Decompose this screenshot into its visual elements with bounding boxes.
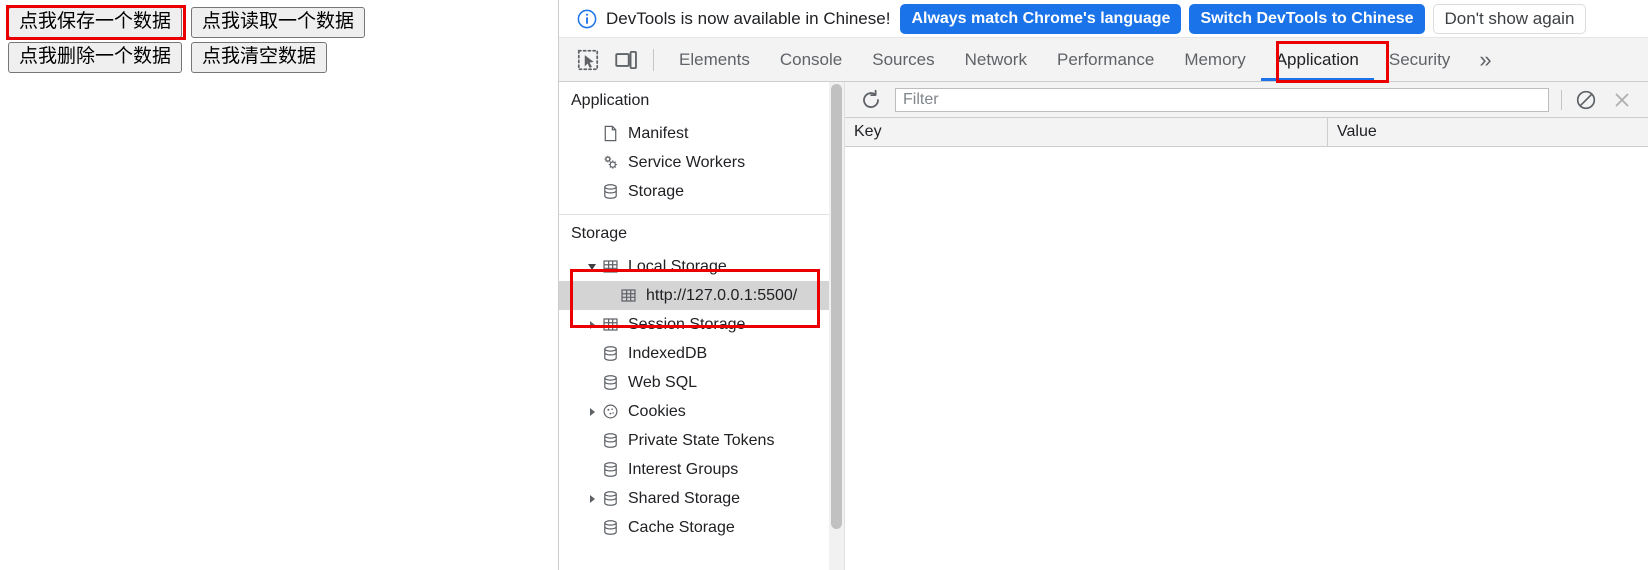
sidebar-item-local-storage[interactable]: Local Storage (559, 252, 844, 281)
sidebar-item-label: Cache Storage (628, 519, 735, 537)
sidebar-item-storage[interactable]: Storage (559, 177, 844, 206)
sidebar-item-manifest[interactable]: Manifest (559, 119, 844, 148)
sidebar-section-storage-title: Storage (559, 215, 844, 252)
storage-table-header: Key Value (845, 118, 1648, 147)
sidebar-item-label: http://127.0.0.1:5500/ (646, 287, 797, 305)
sidebar-item-indexeddb[interactable]: IndexedDB (559, 339, 844, 368)
devtools-body: Application Manifest (559, 82, 1648, 570)
sidebar-item-web-sql[interactable]: Web SQL (559, 368, 844, 397)
disclosure-triangle-open-icon[interactable] (585, 260, 599, 274)
sidebar-item-label: Storage (628, 183, 684, 201)
storage-toolbar (845, 82, 1648, 118)
sidebar-item-session-storage[interactable]: Session Storage (559, 310, 844, 339)
toolbar-separator (1561, 90, 1562, 110)
button-row-1: 点我保存一个数据 点我读取一个数据 (8, 7, 365, 38)
database-icon (601, 460, 620, 479)
sidebar-item-label: IndexedDB (628, 345, 707, 363)
tab-performance[interactable]: Performance (1042, 38, 1169, 81)
filter-input[interactable] (895, 88, 1549, 112)
sidebar-item-label: Session Storage (628, 316, 745, 334)
sidebar-item-label: Private State Tokens (628, 432, 774, 450)
disclosure-triangle-closed-icon[interactable] (585, 405, 599, 419)
toolbar-separator (653, 49, 654, 71)
sidebar-item-label: Shared Storage (628, 490, 740, 508)
sidebar-item-local-storage-origin[interactable]: http://127.0.0.1:5500/ (559, 281, 844, 310)
table-icon (601, 315, 620, 334)
sidebar-section-application-title: Application (559, 82, 844, 119)
document-icon (601, 124, 620, 143)
i18n-notification-banner: DevTools is now available in Chinese! Al… (559, 0, 1648, 38)
tab-network[interactable]: Network (950, 38, 1042, 81)
read-data-button[interactable]: 点我读取一个数据 (191, 7, 365, 38)
sidebar-item-label: Service Workers (628, 154, 745, 172)
web-page-content: 点我保存一个数据 点我读取一个数据 点我删除一个数据 点我清空数据 (0, 0, 558, 570)
refresh-icon[interactable] (859, 88, 883, 112)
sidebar-scrollbar-thumb[interactable] (831, 84, 842, 529)
info-circle-icon (577, 9, 597, 29)
sidebar-scrollbar[interactable] (829, 82, 844, 570)
database-icon (601, 373, 620, 392)
database-icon (601, 518, 620, 537)
sidebar-item-label: Web SQL (628, 374, 697, 392)
database-icon (601, 489, 620, 508)
inspect-element-icon[interactable] (575, 47, 601, 73)
switch-to-chinese-button[interactable]: Switch DevTools to Chinese (1189, 4, 1424, 34)
column-header-value[interactable]: Value (1328, 118, 1648, 146)
tab-security[interactable]: Security (1374, 38, 1465, 81)
button-row-2: 点我删除一个数据 点我清空数据 (8, 42, 327, 73)
storage-table-body[interactable] (845, 147, 1648, 570)
screenshot-root: 点我保存一个数据 点我读取一个数据 点我删除一个数据 点我清空数据 DevToo… (0, 0, 1648, 570)
database-icon (601, 344, 620, 363)
delete-selected-icon[interactable] (1610, 88, 1634, 112)
sidebar-item-interest-groups[interactable]: Interest Groups (559, 455, 844, 484)
sidebar-item-cache-storage[interactable]: Cache Storage (559, 513, 844, 542)
device-toolbar-icon[interactable] (613, 47, 639, 73)
devtools-tabbar: Elements Console Sources Network Perform… (559, 38, 1648, 82)
sidebar-item-cookies[interactable]: Cookies (559, 397, 844, 426)
banner-message: DevTools is now available in Chinese! (606, 9, 890, 29)
database-icon (601, 182, 620, 201)
cookie-icon (601, 402, 620, 421)
table-icon (601, 257, 620, 276)
sidebar-item-label: Cookies (628, 403, 686, 421)
sidebar-item-service-workers[interactable]: Service Workers (559, 148, 844, 177)
sidebar-item-private-state-tokens[interactable]: Private State Tokens (559, 426, 844, 455)
tab-memory[interactable]: Memory (1169, 38, 1260, 81)
save-data-button[interactable]: 点我保存一个数据 (8, 7, 182, 38)
tab-console[interactable]: Console (765, 38, 857, 81)
sidebar-item-shared-storage[interactable]: Shared Storage (559, 484, 844, 513)
sidebar-item-label: Local Storage (628, 258, 727, 276)
clear-all-icon[interactable] (1574, 88, 1598, 112)
sidebar-item-label: Interest Groups (628, 461, 738, 479)
disclosure-triangle-closed-icon[interactable] (585, 318, 599, 332)
storage-main-panel: Key Value (845, 82, 1648, 570)
delete-data-button[interactable]: 点我删除一个数据 (8, 42, 182, 73)
column-header-key[interactable]: Key (845, 118, 1328, 146)
sidebar-item-label: Manifest (628, 125, 688, 143)
dont-show-again-button[interactable]: Don't show again (1433, 4, 1587, 34)
tab-elements[interactable]: Elements (664, 38, 765, 81)
always-match-language-button[interactable]: Always match Chrome's language (900, 4, 1181, 34)
application-sidebar: Application Manifest (559, 82, 845, 570)
database-icon (601, 431, 620, 450)
chevron-double-right-icon[interactable]: » (1465, 38, 1505, 81)
tab-application[interactable]: Application (1261, 38, 1374, 81)
tab-sources[interactable]: Sources (857, 38, 949, 81)
table-icon (619, 286, 638, 305)
gears-icon (601, 153, 620, 172)
devtools-panel: DevTools is now available in Chinese! Al… (558, 0, 1648, 570)
disclosure-triangle-closed-icon[interactable] (585, 492, 599, 506)
clear-data-button[interactable]: 点我清空数据 (191, 42, 327, 73)
